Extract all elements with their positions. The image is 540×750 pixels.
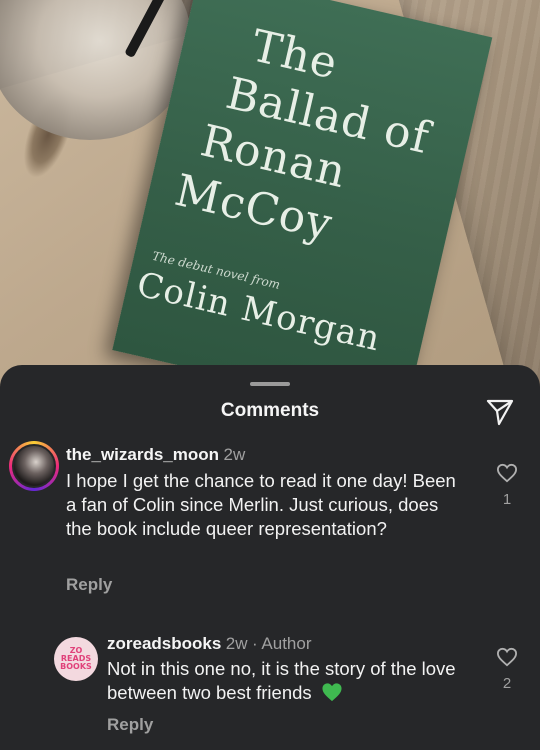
post-photo: The Ballad of Ronan McCoy The debut nove… [0, 0, 540, 400]
comment-text: Not in this one no, it is the story of t… [107, 657, 477, 708]
avatar-logo: ZO READS BOOKS [60, 646, 92, 671]
comment-header: the_wizards_moon 2w [66, 445, 245, 465]
sheet-title: Comments [220, 400, 320, 421]
like-count: 1 [502, 491, 512, 508]
like-control[interactable]: 1 [494, 463, 520, 508]
comment-username[interactable]: zoreadsbooks [107, 634, 221, 653]
comments-sheet: Comments the_wizards_moon 2w I hope I ge… [0, 365, 540, 750]
heart-icon[interactable] [496, 647, 518, 667]
comment-text: I hope I get the chance to read it one d… [66, 470, 456, 539]
green-heart-emoji-icon [321, 682, 343, 708]
send-icon[interactable] [484, 395, 516, 427]
comment-text-content: Not in this one no, it is the story of t… [107, 658, 456, 703]
comment-age: 2w [225, 634, 248, 653]
avatar-story-ring[interactable] [9, 441, 59, 491]
like-count: 2 [502, 675, 512, 692]
avatar[interactable]: ZO READS BOOKS [54, 637, 98, 681]
avatar [12, 444, 56, 488]
sheet-drag-handle[interactable] [250, 382, 290, 386]
like-control[interactable]: 2 [494, 647, 520, 692]
heart-icon[interactable] [496, 463, 518, 483]
comment-age: 2w [223, 445, 246, 464]
comment-header: zoreadsbooks 2w · Author [107, 634, 312, 654]
reply-button[interactable]: Reply [66, 575, 112, 595]
reply-button[interactable]: Reply [107, 715, 153, 735]
paper-plane-icon [486, 399, 514, 426]
comment-username[interactable]: the_wizards_moon [66, 445, 219, 464]
author-badge: · Author [251, 634, 312, 653]
